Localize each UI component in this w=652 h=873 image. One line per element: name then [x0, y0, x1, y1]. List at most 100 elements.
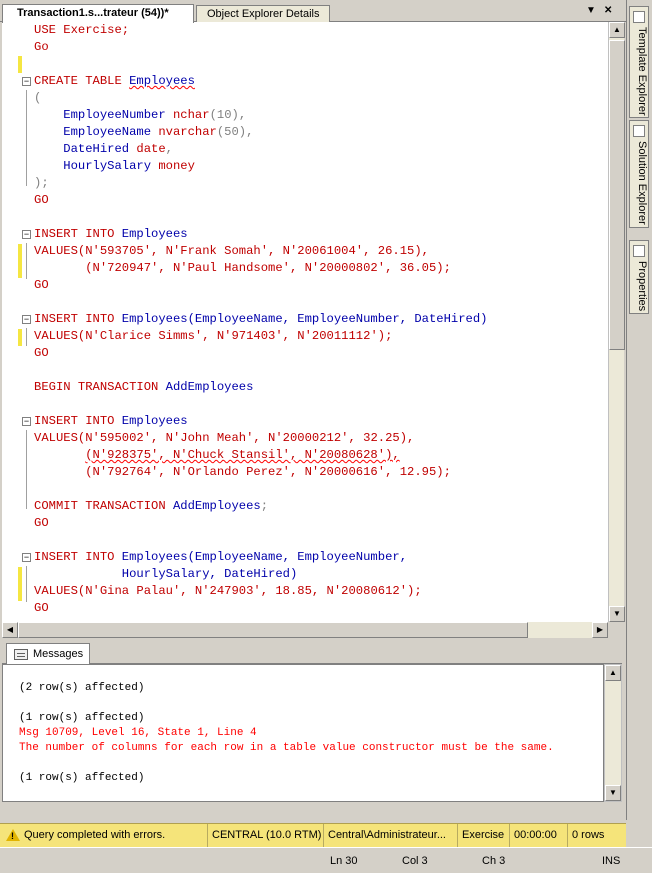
- code-token: (N'Gina Palau', N'247903', 18.85, N'2008…: [77, 584, 422, 598]
- code-token: (N'593705', N'Frank Somah', N'20061004',…: [77, 244, 429, 258]
- code-token: Employees: [121, 227, 188, 241]
- ide-status-bar: Ln 30 Col 3 Ch 3 INS: [0, 847, 652, 873]
- code-token: nvarchar: [158, 125, 217, 139]
- code-token: (50),: [216, 125, 254, 139]
- code-token: CREATE TABLE: [34, 74, 130, 88]
- query-status-bar: ! Query completed with errors. CENTRAL (…: [0, 823, 626, 848]
- tab-query-label: Transaction1.s...trateur (54))*: [17, 7, 169, 19]
- code-token: GO: [34, 516, 49, 530]
- code-token: VALUES: [34, 244, 78, 258]
- status-message-text: Query completed with errors.: [24, 829, 166, 841]
- scroll-up-icon[interactable]: ▲: [609, 22, 625, 38]
- tab-messages[interactable]: Messages: [6, 643, 90, 665]
- code-token: INSERT INTO: [34, 550, 122, 564]
- code-token: Go: [34, 40, 49, 54]
- messages-horizontal-scrollbar[interactable]: [2, 802, 622, 820]
- messages-pane[interactable]: (2 row(s) affected) (1 row(s) affected) …: [2, 664, 604, 802]
- tool-window-sidebar: Template Explorer Solution Explorer Prop…: [626, 0, 652, 820]
- collapse-icon[interactable]: −: [22, 417, 31, 426]
- collapse-icon[interactable]: −: [22, 315, 31, 324]
- code-token: (N'792764', N'Orlando Perez', N'20000616…: [85, 465, 451, 479]
- sql-editor[interactable]: USE Exercise; Go − CREATE TABLE Employees…: [2, 22, 608, 622]
- scroll-thumb[interactable]: [609, 40, 625, 350]
- tab-label: Solution Explorer: [636, 141, 648, 225]
- scroll-thumb[interactable]: [18, 622, 528, 638]
- close-icon[interactable]: ✕: [604, 5, 612, 16]
- code-token: VALUES: [34, 584, 78, 598]
- properties-icon: [633, 245, 645, 257]
- code-token: (10),: [209, 108, 247, 122]
- code-token: HourlySalary, DateHired): [121, 567, 298, 581]
- code-token: nchar: [172, 108, 210, 122]
- code-token: money: [158, 159, 195, 173]
- code-token: INSERT INTO: [34, 227, 122, 241]
- scroll-left-icon[interactable]: ◀: [2, 622, 18, 638]
- code-token: EmployeeName: [63, 125, 159, 139]
- code-token: ;: [260, 499, 269, 513]
- tab-template-explorer[interactable]: Template Explorer: [629, 6, 649, 118]
- messages-icon: [14, 649, 28, 660]
- error-message-line: Msg 10709, Level 16, State 1, Line 4: [19, 727, 257, 739]
- tab-properties[interactable]: Properties: [629, 240, 649, 314]
- code-token: (: [34, 91, 42, 105]
- code-token: HourlySalary: [63, 159, 159, 173]
- code-token: (N'595002', N'John Meah', N'20000212', 3…: [77, 431, 415, 445]
- code-token: AddEmployees: [165, 380, 254, 394]
- change-marker: [18, 329, 22, 346]
- code-token: INSERT INTO: [34, 414, 122, 428]
- scroll-down-icon[interactable]: ▼: [609, 606, 625, 622]
- code-token: GO: [34, 278, 49, 292]
- code-token: date: [136, 142, 166, 156]
- document-tab-strip: Transaction1.s...trateur (54))* Object E…: [0, 0, 626, 23]
- collapse-icon[interactable]: −: [22, 230, 31, 239]
- code-token: );: [34, 176, 49, 190]
- code-token: VALUES: [34, 431, 78, 445]
- code-token: (EmployeeName, EmployeeNumber, DateHired…: [187, 312, 488, 326]
- results-tab-strip: Messages: [2, 640, 622, 665]
- scroll-right-icon[interactable]: ▶: [592, 622, 608, 638]
- messages-vertical-scrollbar[interactable]: ▲ ▼: [604, 664, 622, 802]
- scroll-up-icon[interactable]: ▲: [605, 665, 621, 681]
- collapse-icon[interactable]: −: [22, 77, 31, 86]
- message-line: (1 row(s) affected): [19, 712, 145, 724]
- chevron-down-icon[interactable]: ▼: [586, 5, 596, 16]
- status-database: Exercise: [458, 824, 510, 848]
- code-token: COMMIT TRANSACTION: [34, 499, 173, 513]
- solution-explorer-icon: [633, 125, 645, 137]
- editor-vertical-scrollbar[interactable]: ▲ ▼: [608, 22, 625, 622]
- outline-guide: [26, 243, 27, 279]
- editor-horizontal-scrollbar[interactable]: ◀ ▶: [2, 622, 608, 638]
- status-message: ! Query completed with errors.: [0, 824, 208, 848]
- tab-query-editor[interactable]: Transaction1.s...trateur (54))*: [2, 4, 194, 23]
- outline-guide: [26, 566, 27, 602]
- code-token: INSERT INTO: [34, 312, 122, 326]
- tab-label: Properties: [636, 261, 648, 312]
- code-token: Employees: [121, 414, 188, 428]
- status-elapsed: 00:00:00: [510, 824, 568, 848]
- code-token: DateHired: [63, 142, 137, 156]
- collapse-icon[interactable]: −: [22, 553, 31, 562]
- code-token: (N'720947', N'Paul Handsome', N'20000802…: [85, 261, 451, 275]
- tab-solution-explorer[interactable]: Solution Explorer: [629, 120, 649, 228]
- code-token: (EmployeeName, EmployeeNumber,: [187, 550, 408, 564]
- error-message-line: The number of columns for each row in a …: [19, 742, 554, 754]
- tab-object-explorer-details[interactable]: Object Explorer Details: [196, 5, 330, 22]
- code-token: Employees: [129, 74, 195, 88]
- message-line: (2 row(s) affected): [19, 682, 145, 694]
- warning-icon: !: [6, 829, 20, 841]
- code-token: VALUES: [34, 329, 78, 343]
- code-token: GO: [34, 601, 49, 615]
- message-line: (1 row(s) affected): [19, 772, 145, 784]
- template-explorer-icon: [633, 11, 645, 23]
- outline-guide: [26, 430, 27, 509]
- insert-mode-indicator: INS: [602, 855, 621, 867]
- code-token: ,: [165, 142, 173, 156]
- code-token: BEGIN TRANSACTION: [34, 380, 166, 394]
- change-marker: [18, 567, 22, 601]
- status-rows: 0 rows: [572, 829, 605, 841]
- tab-label: Template Explorer: [636, 27, 648, 116]
- change-marker: [18, 244, 22, 278]
- change-marker: [18, 56, 22, 73]
- code-token: Employees: [121, 550, 188, 564]
- scroll-down-icon[interactable]: ▼: [605, 785, 621, 801]
